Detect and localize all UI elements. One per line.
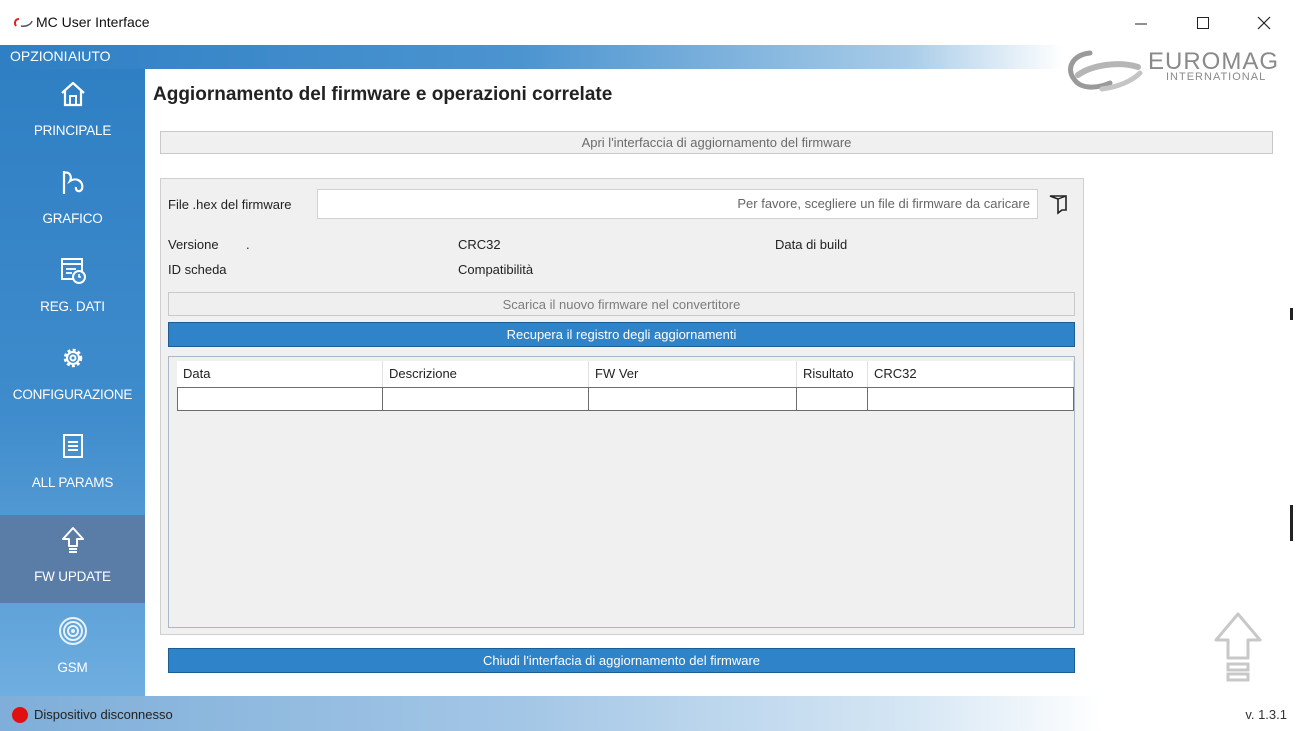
sidebar-item-label: ALL PARAMS (31, 475, 114, 490)
sidebar-item-fw-update[interactable]: FW UPDATE (0, 515, 145, 603)
menu-opzioni[interactable]: OPZIONI (10, 48, 68, 64)
open-fw-interface-button[interactable]: Apri l'interfaccia di aggiornamento del … (160, 131, 1273, 154)
update-log-table: Data Descrizione FW Ver Risultato CRC32 (168, 356, 1075, 628)
table-header: Data Descrizione FW Ver Risultato CRC32 (177, 361, 1074, 387)
board-id-label: ID scheda (168, 262, 227, 277)
euromag-logo: EUROMAG INTERNATIONAL (1058, 45, 1297, 100)
table-cell[interactable] (383, 387, 589, 411)
window-edge-mark (1290, 505, 1293, 541)
maximize-icon (1197, 17, 1209, 29)
column-header-risultato[interactable]: Risultato (797, 361, 868, 387)
window-edge-mark (1290, 308, 1293, 320)
datalog-icon (58, 255, 88, 285)
sidebar-item-reg-dati[interactable]: REG. DATI (0, 245, 145, 333)
sidebar-item-grafico[interactable]: GRAFICO (0, 157, 145, 245)
firmware-file-label: File .hex del firmware (168, 197, 292, 212)
fw-upload-decoration-icon (1214, 612, 1262, 682)
window-title: MC User Interface (36, 14, 150, 30)
sidebar-item-principale[interactable]: PRINCIPALE (0, 69, 145, 157)
sidebar-item-configurazione[interactable]: CONFIGURAZIONE (0, 333, 145, 421)
column-header-crc32[interactable]: CRC32 (868, 361, 1074, 387)
sidebar-item-label: GSM (57, 660, 88, 675)
antenna-icon (58, 616, 88, 646)
app-logo-icon (14, 18, 33, 27)
table-cell[interactable] (868, 387, 1074, 411)
close-fw-interface-button[interactable]: Chiudi l'interfacia di aggiornamento del… (168, 648, 1075, 673)
page-title: Aggiornamento del firmware e operazioni … (153, 84, 613, 105)
chart-icon (58, 167, 88, 197)
close-icon (1257, 16, 1271, 30)
list-icon (58, 431, 88, 461)
title-bar: MC User Interface (0, 0, 1297, 45)
upload-icon (58, 525, 88, 555)
flash-firmware-button[interactable]: Scarica il nuovo firmware nel convertito… (168, 292, 1075, 316)
sidebar-item-label: PRINCIPALE (33, 123, 112, 138)
sidebar-item-label: GRAFICO (42, 211, 103, 226)
sidebar-item-label: REG. DATI (40, 299, 105, 314)
folder-open-icon (1049, 195, 1067, 215)
sidebar: PRINCIPALE GRAFICO REG. DATI CONFIGURAZI… (0, 69, 145, 696)
logo-swirl-icon (1068, 50, 1143, 92)
home-icon (58, 79, 88, 109)
minimize-button[interactable] (1118, 8, 1164, 38)
compatibility-label: Compatibilità (458, 262, 534, 277)
table-cell[interactable] (797, 387, 868, 411)
crc32-label: CRC32 (458, 237, 501, 252)
firmware-file-input[interactable]: Per favore, scegliere un file di firmwar… (317, 189, 1038, 219)
sidebar-item-gsm[interactable]: GSM (0, 606, 145, 694)
connection-status-text: Dispositivo disconnesso (34, 707, 173, 722)
menu-aiuto[interactable]: AIUTO (68, 48, 111, 64)
sidebar-item-label: CONFIGURAZIONE (12, 387, 133, 402)
table-row[interactable] (177, 387, 1074, 411)
column-header-fw-ver[interactable]: FW Ver (589, 361, 797, 387)
close-window-button[interactable] (1241, 8, 1287, 38)
table-cell[interactable] (589, 387, 797, 411)
column-header-descrizione[interactable]: Descrizione (383, 361, 589, 387)
sidebar-item-all-params[interactable]: ALL PARAMS (0, 421, 145, 509)
table-cell[interactable] (177, 387, 383, 411)
sidebar-item-label: FW UPDATE (34, 569, 111, 584)
gear-icon (58, 343, 88, 373)
app-version: v. 1.3.1 (1245, 707, 1287, 722)
connection-status-indicator (12, 707, 28, 723)
column-header-data[interactable]: Data (177, 361, 383, 387)
minimize-icon (1135, 23, 1147, 25)
build-date-label: Data di build (775, 237, 848, 252)
version-value: . (246, 237, 250, 252)
status-bar: Dispositivo disconnesso v. 1.3.1 (0, 696, 1297, 731)
browse-file-button[interactable] (1047, 193, 1069, 215)
logo-subtitle: INTERNATIONAL (1166, 71, 1267, 83)
version-label: Versione (168, 237, 219, 252)
retrieve-update-log-button[interactable]: Recupera il registro degli aggiornamenti (168, 322, 1075, 347)
maximize-button[interactable] (1180, 8, 1226, 38)
